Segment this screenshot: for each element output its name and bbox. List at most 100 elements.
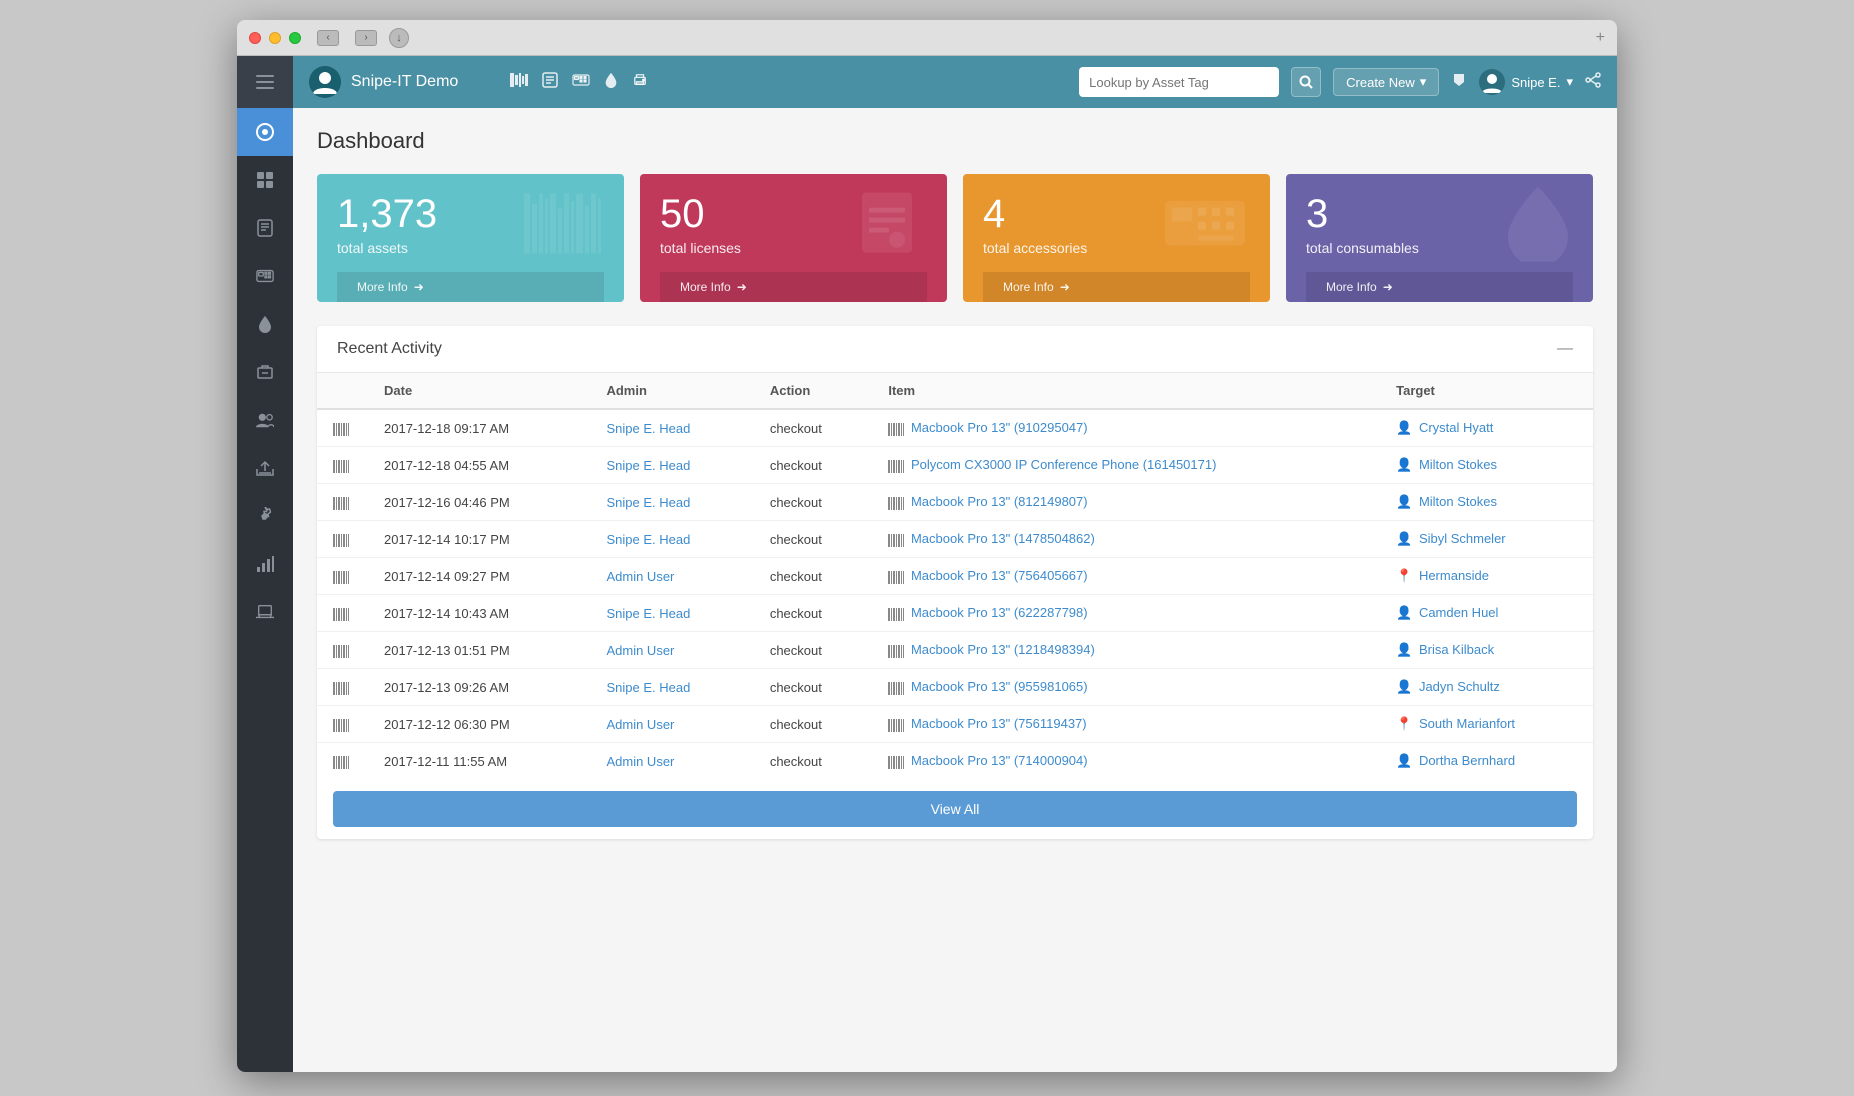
consumables-more-info[interactable]: More Info ➜: [1306, 272, 1573, 302]
row-admin[interactable]: Snipe E. Head: [590, 669, 753, 706]
row-admin[interactable]: Admin User: [590, 632, 753, 669]
row-date: 2017-12-11 11:55 AM: [368, 743, 590, 780]
close-button[interactable]: [249, 32, 261, 44]
row-barcode-icon: [317, 409, 368, 447]
page-title: Dashboard: [317, 128, 1593, 154]
row-target[interactable]: 👤 Camden Huel: [1380, 595, 1593, 632]
accessories-bg-icon: [1160, 191, 1250, 270]
row-admin[interactable]: Snipe E. Head: [590, 595, 753, 632]
notifications-button[interactable]: [1451, 72, 1467, 93]
sidebar-item-consumables[interactable]: [237, 300, 293, 348]
row-barcode-icon: [317, 447, 368, 484]
row-action: checkout: [754, 521, 873, 558]
view-all-button[interactable]: View All: [333, 791, 1577, 827]
collapse-button[interactable]: —: [1557, 340, 1573, 358]
row-admin[interactable]: Snipe E. Head: [590, 484, 753, 521]
row-date: 2017-12-12 06:30 PM: [368, 706, 590, 743]
user-menu-button[interactable]: Snipe E. ▾: [1479, 69, 1573, 95]
row-target[interactable]: 👤 Sibyl Schmeler: [1380, 521, 1593, 558]
app-logo: [309, 66, 341, 98]
minimize-button[interactable]: [269, 32, 281, 44]
table-row: 2017-12-12 06:30 PM Admin User checkout …: [317, 706, 1593, 743]
window-chrome: ‹ › ↓ +: [237, 20, 1617, 1072]
maximize-button[interactable]: [289, 32, 301, 44]
licenses-bg-icon: [847, 188, 927, 272]
forward-button[interactable]: ›: [355, 30, 377, 46]
row-action: checkout: [754, 632, 873, 669]
row-target[interactable]: 👤 Brisa Kilback: [1380, 632, 1593, 669]
share-button[interactable]: [1585, 72, 1601, 93]
sidebar-item-dashboard[interactable]: [237, 108, 293, 156]
accessories-more-info[interactable]: More Info ➜: [983, 272, 1250, 302]
row-item[interactable]: Macbook Pro 13" (955981065): [872, 669, 1380, 706]
row-item[interactable]: Macbook Pro 13" (812149807): [872, 484, 1380, 521]
new-tab-button[interactable]: +: [1596, 29, 1605, 47]
row-admin[interactable]: Admin User: [590, 743, 753, 780]
row-item[interactable]: Macbook Pro 13" (1218498394): [872, 632, 1380, 669]
row-item[interactable]: Macbook Pro 13" (714000904): [872, 743, 1380, 780]
nav-print-icon[interactable]: [632, 73, 648, 91]
sidebar-item-laptops[interactable]: [237, 588, 293, 636]
row-barcode-icon: [317, 595, 368, 632]
sidebar-item-accessories[interactable]: [237, 252, 293, 300]
row-item[interactable]: Macbook Pro 13" (756405667): [872, 558, 1380, 595]
row-target[interactable]: 📍 Hermanside: [1380, 558, 1593, 595]
row-target[interactable]: 👤 Milton Stokes: [1380, 484, 1593, 521]
col-header-item: Item: [872, 373, 1380, 409]
row-target[interactable]: 👤 Dortha Bernhard: [1380, 743, 1593, 780]
row-item[interactable]: Macbook Pro 13" (756119437): [872, 706, 1380, 743]
recent-activity-title: Recent Activity: [337, 340, 442, 358]
stat-cards: 1,373 total assets: [317, 174, 1593, 302]
nav-consumables-icon[interactable]: [604, 72, 618, 92]
sidebar-item-upload[interactable]: [237, 444, 293, 492]
row-item[interactable]: Macbook Pro 13" (1478504862): [872, 521, 1380, 558]
more-info-arrow-icon-2: ➜: [737, 280, 747, 294]
consumables-bg-icon: [1503, 182, 1573, 276]
col-header-action: Action: [754, 373, 873, 409]
sidebar-item-components[interactable]: [237, 348, 293, 396]
table-row: 2017-12-16 04:46 PM Snipe E. Head checko…: [317, 484, 1593, 521]
activity-table: Date Admin Action Item Target: [317, 373, 1593, 779]
row-admin[interactable]: Snipe E. Head: [590, 447, 753, 484]
back-button[interactable]: ‹: [317, 30, 339, 46]
sidebar-item-settings[interactable]: [237, 492, 293, 540]
download-button[interactable]: ↓: [389, 28, 409, 48]
topbar: Snipe-IT Demo: [293, 56, 1617, 108]
row-admin[interactable]: Snipe E. Head: [590, 521, 753, 558]
more-info-arrow-icon: ➜: [414, 280, 424, 294]
licenses-more-info[interactable]: More Info ➜: [660, 272, 927, 302]
row-target[interactable]: 👤 Crystal Hyatt: [1380, 409, 1593, 447]
assets-more-info[interactable]: More Info ➜: [337, 272, 604, 302]
assets-bg-icon: [524, 194, 604, 268]
row-admin[interactable]: Admin User: [590, 558, 753, 595]
row-item[interactable]: Macbook Pro 13" (910295047): [872, 409, 1380, 447]
row-date: 2017-12-13 09:26 AM: [368, 669, 590, 706]
row-target[interactable]: 📍 South Marianfort: [1380, 706, 1593, 743]
nav-licenses-icon[interactable]: [542, 72, 558, 92]
row-date: 2017-12-14 09:27 PM: [368, 558, 590, 595]
sidebar-item-users[interactable]: [237, 396, 293, 444]
more-info-arrow-icon-3: ➜: [1060, 280, 1070, 294]
sidebar-item-licenses[interactable]: [237, 204, 293, 252]
stat-card-assets: 1,373 total assets: [317, 174, 624, 302]
nav-accessories-icon[interactable]: [572, 73, 590, 91]
lookup-input[interactable]: [1079, 67, 1279, 97]
logo-area: Snipe-IT Demo: [309, 66, 458, 98]
sidebar-item-reports[interactable]: [237, 540, 293, 588]
row-target[interactable]: 👤 Milton Stokes: [1380, 447, 1593, 484]
sidebar-menu-toggle[interactable]: [237, 56, 293, 108]
nav-assets-icon[interactable]: [510, 73, 528, 91]
search-button[interactable]: [1291, 67, 1321, 97]
row-date: 2017-12-16 04:46 PM: [368, 484, 590, 521]
row-admin[interactable]: Admin User: [590, 706, 753, 743]
row-item[interactable]: Polycom CX3000 IP Conference Phone (1614…: [872, 447, 1380, 484]
row-barcode-icon: [317, 521, 368, 558]
sidebar-item-assets[interactable]: [237, 156, 293, 204]
create-new-button[interactable]: Create New ▾: [1333, 68, 1439, 96]
row-item[interactable]: Macbook Pro 13" (622287798): [872, 595, 1380, 632]
col-header-admin: Admin: [590, 373, 753, 409]
main-content: Dashboard 1,373 total assets: [293, 108, 1617, 1072]
row-admin[interactable]: Snipe E. Head: [590, 409, 753, 447]
row-target[interactable]: 👤 Jadyn Schultz: [1380, 669, 1593, 706]
consumables-icon: [256, 315, 274, 333]
